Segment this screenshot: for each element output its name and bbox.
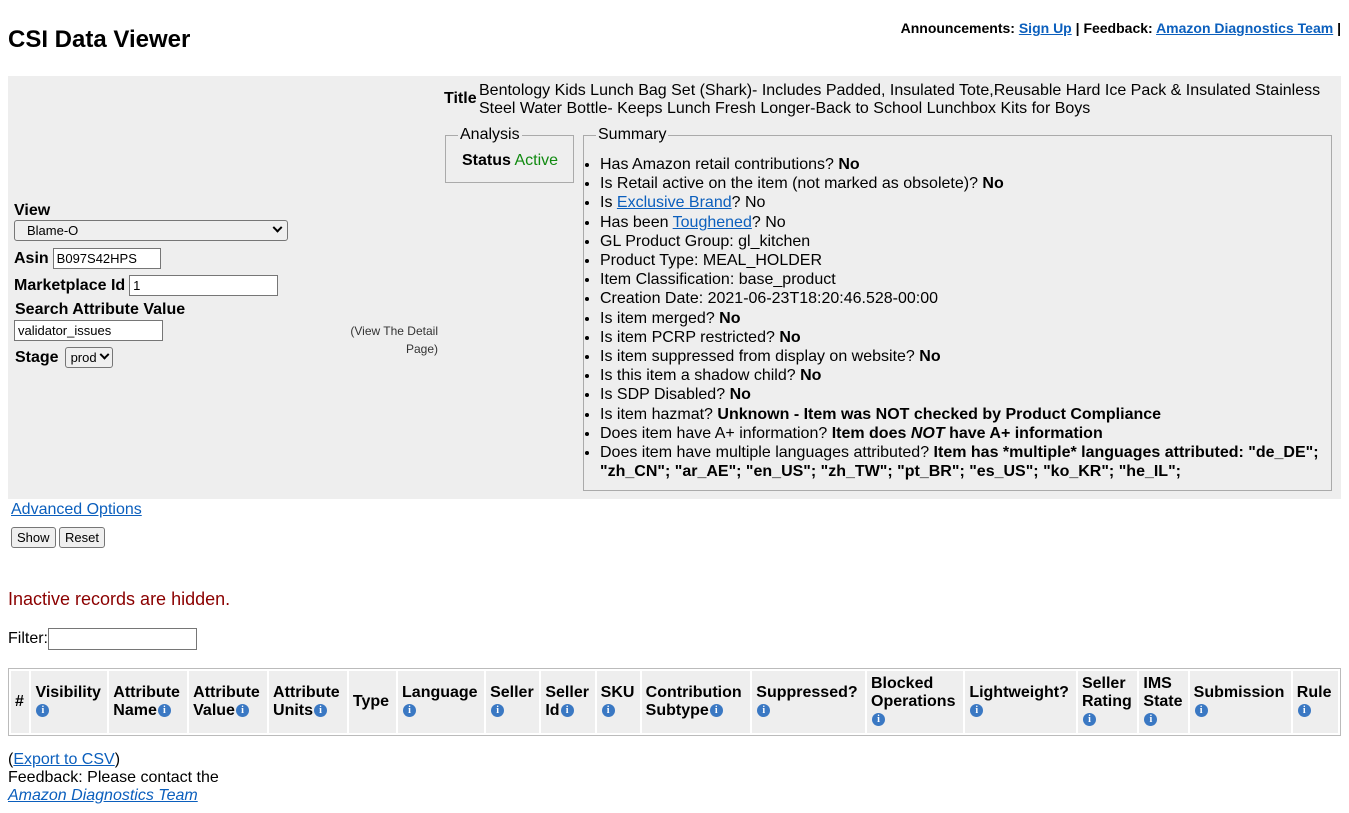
status-label: Status [462,152,511,169]
search-attribute-label: Search Attribute Value [15,301,186,318]
list-item: Item Classification: base_product [600,270,1331,289]
asin-input[interactable]: B097S42HPS [52,248,161,269]
list-item: Is Retail active on the item (not marked… [600,174,1331,193]
filter-row: Filter: [8,628,197,650]
export-csv-link[interactable]: Export to CSV [13,751,114,768]
info-icon[interactable]: i [757,704,771,718]
info-icon[interactable]: i [157,704,171,718]
info-icon[interactable]: i [970,704,984,718]
col-submission[interactable]: Submission i [1189,671,1291,733]
footer-team-link[interactable]: Amazon Diagnostics Team [8,787,198,804]
inactive-records-notice: Inactive records are hidden. [8,589,231,609]
list-item: Is item suppressed from display on websi… [600,347,1331,366]
records-table: # Visibility i Attribute Name i Attribute Va… [8,668,1341,736]
list-item: Creation Date: 2021-06-23T18:20:46.528-0… [600,289,1331,308]
list-item: Is item merged? No [600,309,1331,328]
list-item: Is item hazmat? Unknown - Item was NOT c… [600,405,1331,424]
search-attribute-input[interactable]: validator_issues [14,320,163,341]
info-icon[interactable]: i [403,704,417,718]
info-icon[interactable]: i [560,704,574,718]
advanced-options-link[interactable]: Advanced Options [11,501,142,519]
item-title: Bentology Kids Lunch Bag Set (Shark)- In… [479,82,1321,117]
list-item: Is this item a shadow child? No [600,366,1331,385]
col-number[interactable]: # [11,671,30,733]
asin-label: Asin [14,249,49,267]
col-seller[interactable]: Seller i [486,671,540,733]
col-type[interactable]: Type [348,671,397,733]
info-icon[interactable]: i [36,704,50,718]
summary-legend: Summary [598,126,667,143]
list-item: Does item have A+ information? Item does… [600,424,1331,443]
col-rule[interactable]: Rule i [1292,671,1338,733]
col-seller-id[interactable]: Seller Id i [541,671,595,733]
list-item: Is item PCRP restricted? No [600,328,1331,347]
info-icon[interactable]: i [1144,713,1158,727]
reset-button[interactable]: Reset [59,527,105,548]
col-suppressed[interactable]: Suppressed? i [752,671,865,733]
feedback-team-link[interactable]: Amazon Diagnostics Team [1156,20,1333,36]
col-lightweight[interactable]: Lightweight? i [965,671,1076,733]
info-icon[interactable]: i [491,704,505,718]
stage-select[interactable]: prod [64,347,113,368]
analysis-box: Analysis Status Active [445,126,574,183]
col-visibility[interactable]: Visibility i [31,671,108,733]
col-attribute-units[interactable]: Attribute Units i [269,671,347,733]
feedback-label: Feedback: [1083,20,1153,36]
sign-up-link[interactable]: Sign Up [1019,20,1072,36]
title-label: Title [444,90,477,107]
list-item: Is SDP Disabled? No [600,385,1331,404]
status-value: Active [514,152,559,169]
col-blocked-operations[interactable]: Blocked Operations i [867,671,964,733]
page-title: CSI Data Viewer [8,26,191,53]
paren: ) [114,751,121,768]
marketplace-id-input[interactable]: 1 [129,275,279,296]
view-select[interactable]: Blame-O [14,220,288,241]
col-seller-rating[interactable]: Seller Rating i [1077,671,1138,733]
show-button[interactable]: Show [11,527,56,548]
col-sku[interactable]: SKU i [596,671,640,733]
stage-select-value: prod [70,350,97,365]
list-item: Has Amazon retail contributions? No [600,155,1331,174]
col-contribution-subtype[interactable]: Contribution Subtype i [641,671,751,733]
separator: | [1075,20,1080,36]
list-item: Does item have multiple languages attrib… [600,443,1331,481]
info-icon[interactable]: i [1194,704,1208,718]
info-icon[interactable]: i [1297,704,1311,718]
info-icon[interactable]: i [872,713,885,727]
info-icon[interactable]: i [709,704,723,718]
top-links-bar: Announcements: Sign Up | Feedback: Amazo… [901,20,1341,36]
info-icon[interactable]: i [601,704,615,718]
list-item: GL Product Group: gl_kitchen [600,232,1331,251]
filter-input[interactable] [48,628,197,650]
exclusive-brand-link[interactable]: Exclusive Brand [617,194,732,211]
separator-trailing: | [1337,20,1341,36]
info-icon[interactable]: i [314,704,328,718]
toughened-link[interactable]: Toughened [673,214,752,231]
filter-label: Filter: [8,630,48,647]
chevron-down-icon [99,349,110,360]
col-ims-state[interactable]: IMS State i [1139,671,1188,733]
query-panel: View Blame-O Asin B097S42HPS Marketplace… [8,76,1341,499]
info-icon[interactable]: i [1082,713,1096,727]
col-attribute-value[interactable]: Attribute Value i [189,671,268,733]
chevron-down-icon [272,222,283,233]
view-select-value: Blame-O [27,223,79,238]
page-footer: (Export to CSV) Feedback: Please contact… [8,751,219,805]
list-item: Product Type: MEAL_HOLDER [600,251,1331,270]
summary-box: Summary Has Amazon retail contributions?… [583,126,1332,491]
summary-list: Has Amazon retail contributions? No Is R… [584,144,1331,481]
view-detail-page-link[interactable]: (View The Detail Page) [338,322,438,358]
list-item: Has been Toughened? No [600,213,1331,232]
list-item: Is Exclusive Brand? No [600,193,1331,212]
stage-label: Stage [15,348,59,366]
announcements-label: Announcements: [900,20,1015,36]
info-icon[interactable]: i [235,704,249,718]
view-label: View [14,202,51,219]
col-attribute-name[interactable]: Attribute Name i [109,671,188,733]
table-header-row: # Visibility i Attribute Name i Attribute Va… [11,671,1338,733]
footer-feedback-text: Feedback: Please contact the [8,769,219,786]
marketplace-id-label: Marketplace Id [14,276,126,294]
analysis-legend: Analysis [460,126,520,143]
col-language[interactable]: Language i [398,671,485,733]
